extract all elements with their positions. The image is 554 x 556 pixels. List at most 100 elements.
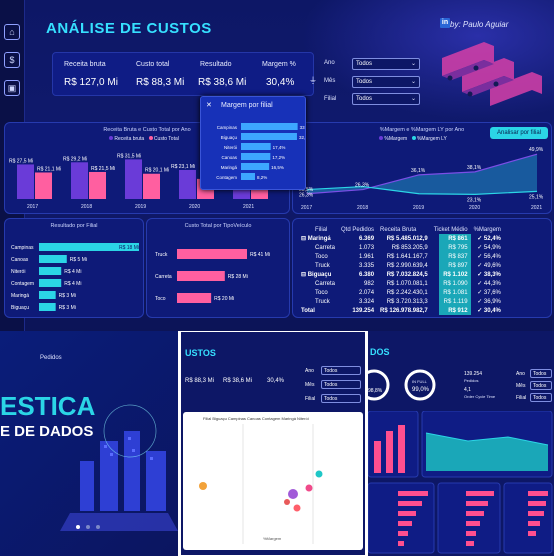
popup-bar <box>241 163 270 170</box>
table-cell-filial: Carreta <box>315 244 336 251</box>
thumb-kpi: R$ 88,3 Mi <box>185 378 215 384</box>
filter-funnel-icon[interactable]: ⏚ <box>309 75 317 86</box>
dollar-icon[interactable]: $ <box>4 52 20 68</box>
bar-label: R$ 21,1 Mi <box>37 166 61 172</box>
bar <box>125 159 142 199</box>
table-cell-qtd: 982 <box>364 280 375 287</box>
filter-value-filial: Todos <box>356 96 373 102</box>
popup-branch-label: Niterói <box>224 145 237 150</box>
thumb-select[interactable]: Todos <box>321 366 361 375</box>
y-tick-label: Campinas <box>11 245 34 251</box>
linkedin-icon[interactable]: in <box>440 18 450 28</box>
bar <box>177 249 247 259</box>
header-margem[interactable]: %Margem <box>471 225 504 234</box>
thumbnail-orders[interactable]: DOS 98,8% IN FULL 99,0% 139.254 Pedidos … <box>368 331 554 556</box>
table-cell-mar: ✓ 36,9% <box>477 299 501 305</box>
thumb-select[interactable]: Todos <box>321 394 361 403</box>
x-tick-label: 2018 <box>81 204 92 210</box>
analyze-by-branch-button[interactable]: Analisar por filial <box>490 127 548 139</box>
kpi-value-resultado: R$ 38,6 Mi <box>198 77 247 88</box>
author-credit: by: Paulo Aguiar <box>450 20 509 29</box>
bar-label: R$ 29,2 Mi <box>63 156 87 162</box>
table-row[interactable]: Truck 3.324 R$ 3.720.313,3 R$ 1.119 ✓ 36,9% <box>295 297 504 306</box>
table-cell-rec: R$ 126.978.982,7 <box>380 307 428 314</box>
data-label: 49,9% <box>529 147 544 153</box>
thumb-select[interactable]: Todos <box>530 381 552 390</box>
x-tick-label: 2019 <box>135 204 146 210</box>
data-label: 26,3% <box>355 183 370 189</box>
thumb-filter-label: Filial <box>305 396 316 402</box>
popup-bar-label: 32,8% <box>299 135 305 140</box>
x-tick-label: 2020 <box>189 204 200 210</box>
popup-branch-label: Canoas <box>221 155 237 160</box>
table-cell-rec: R$ 853.205,9 <box>391 244 428 251</box>
home-icon[interactable]: ⌂ <box>4 24 20 40</box>
kpi-label-custo: Custo total <box>136 61 170 68</box>
bar-label: R$ 3 Mi <box>59 305 76 311</box>
filter-select-mes[interactable]: Todos ⌄ <box>352 76 420 88</box>
thumb-filter-label: Mês <box>305 382 315 388</box>
thumb-select[interactable]: Todos <box>530 369 552 378</box>
x-tick-label: 2019 <box>413 205 424 211</box>
y-tick-label: Niterói <box>11 269 25 275</box>
table-cell-qtd: 6.380 <box>359 271 375 278</box>
filter-select-ano[interactable]: Todos ⌄ <box>352 58 420 70</box>
carousel-dot[interactable] <box>86 525 90 529</box>
table-cell-rec: R$ 2.990.639,4 <box>386 262 428 269</box>
header-ticket[interactable]: Ticket Médio <box>431 225 471 234</box>
table-cell-mar: ✓ 38,3% <box>477 272 501 278</box>
bar-label: R$ 18 Mi <box>119 245 139 251</box>
popup-bar <box>241 153 271 160</box>
filter-label-filial: Filial <box>324 96 337 102</box>
table-row[interactable]: Toco 1.961 R$ 1.641.167,7 R$ 837 ✓ 56,4% <box>295 252 504 261</box>
carousel-dot[interactable] <box>96 525 100 529</box>
table-cell-filial: Toco <box>315 253 328 260</box>
bar-label: R$ 27,5 Mi <box>9 158 33 164</box>
table-row[interactable]: Total 139.254 R$ 126.978.982,7 R$ 912 ✓ 30,4… <box>295 306 504 315</box>
table-cell-filial: Truck <box>315 262 330 269</box>
header-filial[interactable]: Filial <box>295 225 338 234</box>
table-row[interactable]: Toco 2.074 R$ 2.242.430,1 R$ 1.081 ✓ 37,6% <box>295 288 504 297</box>
filter-label-mes: Mês <box>324 78 336 84</box>
result-by-branch-panel: Resultado por Filial Campinas R$ 18 Mi Can… <box>4 218 144 318</box>
filter-value-ano: Todos <box>356 61 373 67</box>
thumb-select[interactable]: Todos <box>321 380 361 389</box>
thumb-filter-label: Ano <box>516 371 525 377</box>
table-row[interactable]: Truck 3.335 R$ 2.990.639,4 R$ 897 ✓ 49,6% <box>295 261 504 270</box>
bar <box>177 293 212 303</box>
legend-receita: Receita bruta <box>114 136 145 142</box>
box-icon[interactable]: ▣ <box>4 80 20 96</box>
popup-bar-label: 33,2% <box>300 125 305 130</box>
thumb-select[interactable]: Todos <box>530 393 552 402</box>
filter-select-filial[interactable]: Todos ⌄ <box>352 93 420 105</box>
thumb-kpi: 4,1 <box>464 387 471 393</box>
bar <box>143 173 160 199</box>
thumb-title: DOS <box>370 347 390 357</box>
kpi-bar <box>52 52 314 96</box>
table-cell-mar: ✓ 56,4% <box>477 254 501 260</box>
filter-value-mes: Todos <box>356 79 373 85</box>
branch-margin-chart: Campinas 33,2% Biguaçu 32,8% Niterói 17,4% Can… <box>216 123 305 180</box>
table-cell-filial: ⊟ Biguaçu <box>301 272 332 278</box>
chart-legend: Receita bruta Custo Total <box>109 136 179 142</box>
header-receita[interactable]: Receita Bruta <box>377 225 431 234</box>
table-row[interactable]: ⊟ Maringá 6.369 R$ 5.485.012,9 R$ 861 ✓ 52,4… <box>295 234 504 243</box>
close-icon[interactable]: ✕ <box>206 101 212 109</box>
table-row[interactable]: Carreta 982 R$ 1.070.081,1 R$ 1.090 ✓ 44,3% <box>295 279 504 288</box>
chart-title: Resultado por Filial <box>50 223 98 229</box>
kpi-value-custo: R$ 88,3 Mi <box>136 77 185 88</box>
bar <box>39 267 62 275</box>
branch-table-panel: Filial Qtd Pedidos Receita Bruta Ticket … <box>292 218 552 318</box>
table-row[interactable]: ⊟ Biguaçu 6.380 R$ 7.032.824,5 R$ 1.102 ✓ 38… <box>295 270 504 279</box>
thumbnail-costs-scatter[interactable]: USTOS R$ 88,3 Mi R$ 38,6 Mi 30,4% Ano Mê… <box>180 331 366 556</box>
carousel-dot[interactable] <box>76 525 80 529</box>
y-tick-label: Truck <box>155 252 168 258</box>
table-cell-mar: ✓ 52,4% <box>477 236 501 242</box>
popup-bar <box>241 143 271 150</box>
table-row[interactable]: Carreta 1.073 R$ 853.205,9 R$ 795 ✓ 54,9% <box>295 243 504 252</box>
data-label: 25,1% <box>529 194 544 200</box>
bar-label: R$ 28 Mi <box>228 274 248 280</box>
thumbnail-logistics-cover[interactable]: Pedidos ESTICA E DE DADOS <box>0 331 178 556</box>
table-cell-mar: ✓ 54,9% <box>477 245 501 251</box>
header-qtd[interactable]: Qtd Pedidos <box>338 225 377 234</box>
